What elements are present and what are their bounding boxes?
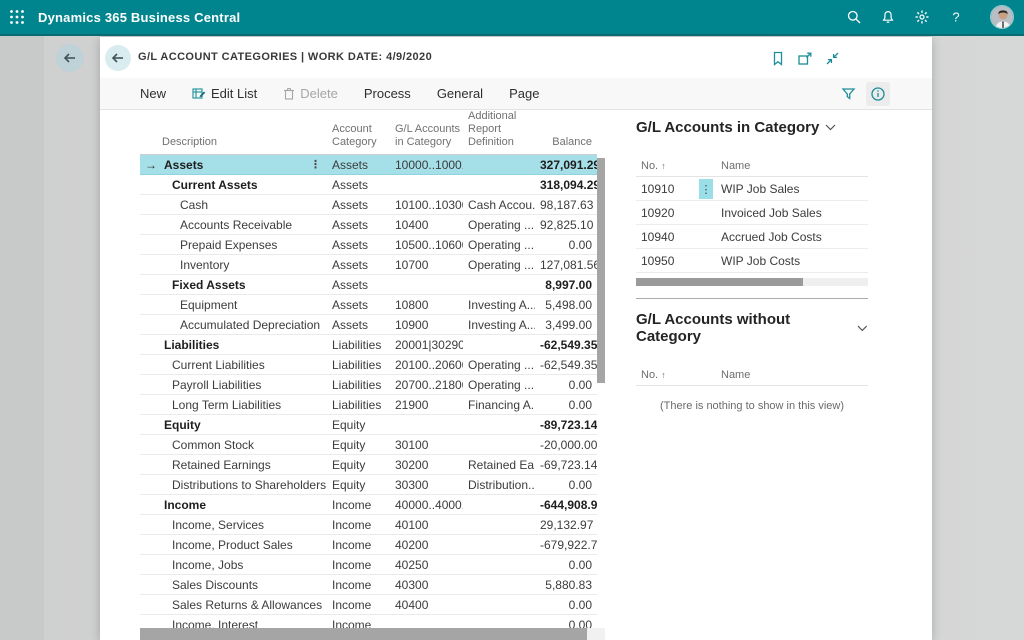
page-title: G/L ACCOUNT CATEGORIES | WORK DATE: 4/9/… — [138, 51, 432, 63]
factbox-divider — [636, 298, 868, 299]
table-row[interactable]: Accounts ReceivableAssets10400Operating … — [140, 215, 597, 235]
factbox-column-headers: No. ↑ Name — [636, 160, 868, 177]
table-row[interactable]: Prepaid ExpensesAssets10500..10600Operat… — [140, 235, 597, 255]
factbox-row[interactable]: 10910⋮WIP Job Sales — [636, 177, 868, 201]
col-header-gl-accounts[interactable]: G/L Accounts in Category — [390, 110, 463, 155]
col-header-account-category[interactable]: Account Category — [327, 110, 390, 155]
factbox-panel: G/L Accounts in Category No. ↑ Name 1091… — [636, 110, 868, 640]
row-menu-icon[interactable]: ⋮ — [310, 158, 321, 171]
table-row[interactable]: Accumulated DepreciationAssets10900Inves… — [140, 315, 597, 335]
top-app-bar: Dynamics 365 Business Central ? — [0, 0, 1024, 36]
table-row[interactable]: Distributions to ShareholdersEquity30300… — [140, 475, 597, 495]
background-left-band — [0, 36, 44, 640]
table-row[interactable]: Common StockEquity30100-20,000.00 — [140, 435, 597, 455]
notifications-bell-icon[interactable] — [880, 9, 896, 25]
gl-account-categories-page: G/L ACCOUNT CATEGORIES | WORK DATE: 4/9/… — [100, 37, 932, 640]
table-row[interactable]: →Assets⋮Assets10000..10001...327,091.29 — [140, 155, 597, 175]
settings-gear-icon[interactable] — [914, 9, 930, 25]
sort-ascending-icon: ↑ — [661, 370, 666, 380]
col-header-balance[interactable]: Balance — [535, 110, 597, 155]
table-row[interactable]: LiabilitiesLiabilities20001|30290|...-62… — [140, 335, 597, 355]
selected-row-arrow-icon: → — [145, 158, 157, 172]
edit-list-icon — [192, 87, 206, 100]
trash-icon — [283, 87, 295, 100]
collapse-view-icon[interactable] — [824, 50, 840, 66]
horizontal-scrollbar[interactable] — [140, 628, 605, 640]
gl-categories-grid: Description Account Category G/L Account… — [140, 110, 605, 640]
table-row[interactable]: Income, JobsIncome402500.00 — [140, 555, 597, 575]
table-row[interactable]: Retained EarningsEquity30200Retained Ea.… — [140, 455, 597, 475]
col-header-report-definition[interactable]: Additional Report Definition — [463, 110, 535, 155]
action-toolbar: New Edit List Delete Process General Page — [100, 78, 932, 110]
empty-view-message: (There is nothing to show in this view) — [636, 400, 868, 412]
table-row[interactable]: Payroll LiabilitiesLiabilities20700..218… — [140, 375, 597, 395]
toolbar-item-general[interactable]: General — [437, 86, 483, 101]
bookmark-icon[interactable] — [770, 50, 786, 66]
table-row[interactable]: IncomeIncome40000..40001...-644,908.90 — [140, 495, 597, 515]
col-header-description[interactable]: Description — [140, 110, 327, 155]
filter-icon[interactable] — [836, 82, 860, 106]
table-row[interactable]: Current LiabilitiesLiabilities20100..206… — [140, 355, 597, 375]
toolbar-item-edit-list[interactable]: Edit List — [192, 86, 257, 101]
info-panel-icon[interactable] — [866, 82, 890, 106]
sort-ascending-icon: ↑ — [661, 161, 666, 171]
vertical-scrollbar[interactable] — [597, 158, 605, 383]
factbox-heading-in-category[interactable]: G/L Accounts in Category — [636, 119, 868, 136]
table-row[interactable]: InventoryAssets10700Operating ...127,081… — [140, 255, 597, 275]
table-row[interactable]: Long Term LiabilitiesLiabilities21900Fin… — [140, 395, 597, 415]
toolbar-item-delete: Delete — [283, 86, 338, 101]
factbox-horizontal-scrollbar[interactable] — [636, 278, 868, 286]
factbox-scrollbar-thumb[interactable] — [636, 278, 803, 286]
table-row[interactable]: Sales DiscountsIncome403005,880.83 — [140, 575, 597, 595]
toolbar-item-new[interactable]: New — [140, 86, 166, 101]
factbox-col-name[interactable]: Name — [721, 160, 868, 172]
table-row[interactable]: CashAssets10100..10300Cash Accou...98,18… — [140, 195, 597, 215]
table-row[interactable]: Sales Returns & AllowancesIncome404000.0… — [140, 595, 597, 615]
table-row[interactable]: Fixed AssetsAssets8,997.00 — [140, 275, 597, 295]
svg-text:?: ? — [952, 10, 959, 25]
app-title: Dynamics 365 Business Central — [38, 10, 240, 25]
help-icon[interactable]: ? — [948, 9, 964, 25]
factbox-heading-without-category[interactable]: G/L Accounts without Category — [636, 311, 868, 345]
app-launcher-icon[interactable] — [0, 0, 34, 34]
factbox2-col-name[interactable]: Name — [721, 369, 868, 381]
table-row[interactable]: Income, ServicesIncome4010029,132.97 — [140, 515, 597, 535]
table-row[interactable]: Current AssetsAssets318,094.29 — [140, 175, 597, 195]
table-row[interactable]: Income, Product SalesIncome40200-679,922… — [140, 535, 597, 555]
page-content: Description Account Category G/L Account… — [100, 110, 932, 640]
user-avatar[interactable] — [990, 5, 1014, 29]
factbox-col-no[interactable]: No. ↑ — [636, 160, 721, 172]
background-back-button — [56, 44, 84, 72]
back-button[interactable] — [105, 45, 131, 71]
chevron-down-icon — [825, 124, 836, 131]
row-menu-icon[interactable]: ⋮ — [699, 179, 713, 199]
factbox-row[interactable]: 10940Accrued Job Costs — [636, 225, 868, 249]
factbox2-col-no[interactable]: No. ↑ — [636, 369, 721, 381]
page-header: G/L ACCOUNT CATEGORIES | WORK DATE: 4/9/… — [100, 37, 932, 78]
toolbar-item-page[interactable]: Page — [509, 86, 539, 101]
open-in-window-icon[interactable] — [797, 50, 813, 66]
horizontal-scrollbar-thumb[interactable] — [140, 628, 587, 640]
factbox2-column-headers: No. ↑ Name — [636, 369, 868, 386]
factbox-row[interactable]: 10950WIP Job Costs — [636, 249, 868, 273]
table-row[interactable]: EquipmentAssets10800Investing A...5,498.… — [140, 295, 597, 315]
search-icon[interactable] — [846, 9, 862, 25]
factbox-row[interactable]: 10920Invoiced Job Sales — [636, 201, 868, 225]
table-row[interactable]: EquityEquity-89,723.14 — [140, 415, 597, 435]
chevron-down-icon — [857, 325, 868, 332]
toolbar-item-process[interactable]: Process — [364, 86, 411, 101]
